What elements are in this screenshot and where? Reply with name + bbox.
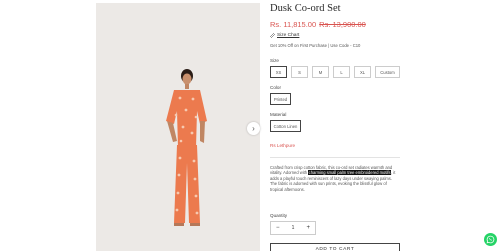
- size-chart-link[interactable]: Size Chart: [270, 33, 405, 38]
- product-description: Crafted from crisp cotton fabric, this c…: [270, 165, 398, 193]
- product-details: Dusk Co-ord Set Rs. 11,815.00 Rs. 13,900.…: [270, 3, 405, 251]
- description-highlight: charming small palm tree embroidered mot…: [308, 170, 392, 176]
- offer-text: Get 10% Off on First Purchase | Use Code…: [270, 43, 361, 48]
- color-label: Color: [270, 85, 281, 90]
- color-options: Printed: [270, 93, 405, 105]
- size-option-custom[interactable]: Custom: [375, 66, 400, 78]
- original-price: Rs. 13,900.00: [319, 20, 366, 29]
- size-option-l[interactable]: L: [333, 66, 350, 78]
- whatsapp-button[interactable]: [484, 233, 497, 246]
- add-to-cart-button[interactable]: ADD TO CART: [270, 242, 400, 251]
- size-option-m[interactable]: M: [312, 66, 329, 78]
- material-option-cotton-linen[interactable]: Cotton Linen: [270, 120, 301, 132]
- ruler-icon: [270, 33, 275, 38]
- material-options: Cotton Linen: [270, 120, 405, 132]
- size-option-xl[interactable]: XL: [354, 66, 371, 78]
- product-title: Dusk Co-ord Set: [270, 3, 341, 14]
- size-option-s[interactable]: S: [291, 66, 308, 78]
- color-option-printed[interactable]: Printed: [270, 93, 291, 105]
- quantity-minus-button[interactable]: −: [276, 225, 280, 231]
- sale-price: Rs. 11,815.00: [270, 20, 317, 29]
- whatsapp-icon: [486, 235, 495, 244]
- quantity-stepper: − 1 +: [270, 220, 316, 235]
- material-label: Material: [270, 112, 287, 117]
- quantity-label: Quantity: [270, 212, 288, 218]
- quantity-plus-button[interactable]: +: [306, 225, 310, 231]
- chevron-right-icon: ›: [252, 123, 255, 133]
- product-image: [96, 3, 260, 251]
- divider: [270, 157, 400, 158]
- size-chart-label: Size Chart: [277, 33, 300, 38]
- size-options: XS S M L XL Custom: [270, 66, 405, 78]
- price-row: Rs. 11,815.00 Rs. 13,900.00: [270, 20, 405, 29]
- size-label: Size: [270, 58, 279, 63]
- gallery-next-button[interactable]: ›: [247, 122, 260, 135]
- size-option-xs[interactable]: XS: [270, 66, 287, 78]
- collapse-link[interactable]: Rs Lethpure: [270, 143, 405, 148]
- model-illustration: [96, 3, 260, 251]
- quantity-value[interactable]: 1: [292, 225, 295, 231]
